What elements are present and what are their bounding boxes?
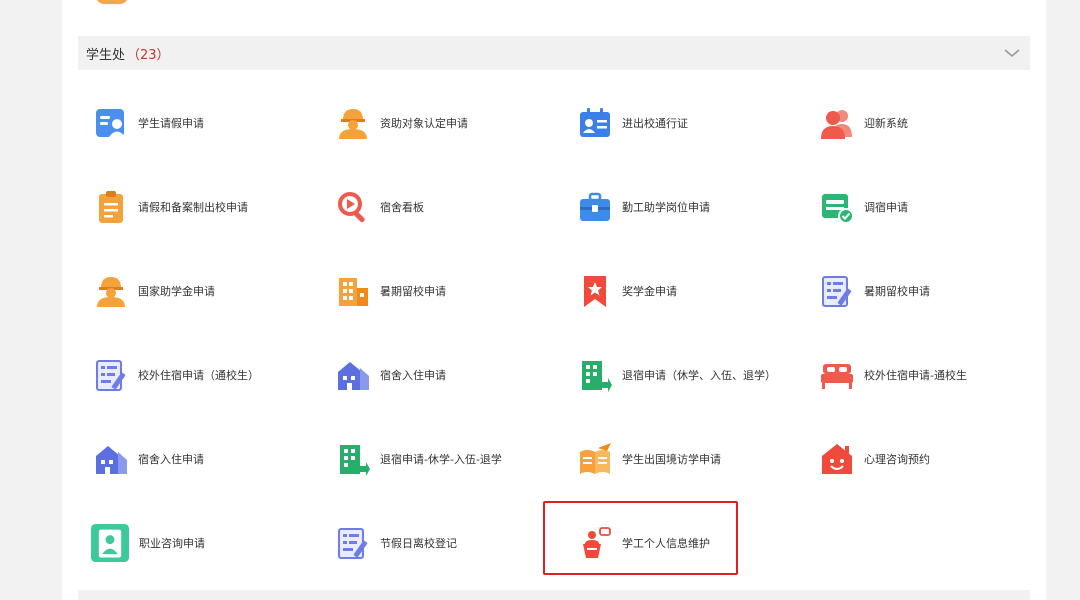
id-card-icon: [580, 108, 610, 137]
section-header[interactable]: 学生处 （23）: [78, 36, 1030, 70]
app-label: 进出校通行证: [622, 117, 688, 130]
briefcase-icon: [580, 192, 610, 221]
app-label: 心理咨询预约: [864, 453, 930, 466]
app-label: 请假和备案制出校申请: [138, 201, 248, 214]
building-exit-icon: [340, 445, 370, 476]
app-label: 退宿申请-休学-入伍-退学: [380, 453, 502, 466]
app-tile[interactable]: 退宿申请（休学、入伍、退学）: [562, 345, 792, 405]
app-label: 学生出国境访学申请: [622, 453, 721, 466]
app-tile[interactable]: 国家助学金申请: [78, 261, 308, 321]
app-label: 宿舍看板: [380, 201, 424, 214]
app-label: 节假日离校登记: [380, 537, 457, 550]
app-tile[interactable]: 迎新系统: [804, 93, 1034, 153]
app-tile[interactable]: 节假日离校登记: [320, 513, 550, 573]
app-tile[interactable]: 校外住宿申请-通校生: [804, 345, 1034, 405]
app-tile[interactable]: 心理咨询预约: [804, 429, 1034, 489]
app-tile[interactable]: 学生出国境访学申请: [562, 429, 792, 489]
users-icon: [821, 110, 852, 139]
section-title-text: 学生处: [86, 47, 126, 63]
app-label: 调宿申请: [864, 201, 908, 214]
building-exit-icon: [582, 361, 612, 392]
form-pen-icon: [338, 528, 368, 559]
app-label: 宿舍入住申请: [138, 453, 204, 466]
app-tile[interactable]: 勤工助学岗位申请: [562, 177, 792, 237]
ribbon-star-icon: [584, 276, 606, 307]
app-label: 奖学金申请: [622, 285, 677, 298]
app-label: 暑期留校申请: [864, 285, 930, 298]
app-tile[interactable]: 校外住宿申请（通校生）: [78, 345, 308, 405]
app-tile[interactable]: 请假和备案制出校申请: [78, 177, 308, 237]
search-play-icon: [338, 192, 365, 223]
app-label: 退宿申请（休学、入伍、退学）: [622, 369, 776, 382]
career-icon: [91, 524, 129, 562]
bed-icon: [821, 364, 853, 389]
app-tile[interactable]: 暑期留校申请: [320, 261, 550, 321]
app-label: 学生请假申请: [138, 117, 204, 130]
app-label: 暑期留校申请: [380, 285, 446, 298]
chevron-down-icon[interactable]: [1002, 43, 1022, 63]
app-tile[interactable]: 职业咨询申请: [78, 513, 308, 573]
bed-check-icon: [822, 194, 854, 224]
app-tile[interactable]: 调宿申请: [804, 177, 1034, 237]
app-label: 资助对象认定申请: [380, 117, 468, 130]
app-tile[interactable]: 学生请假申请: [78, 93, 308, 153]
app-tile[interactable]: 暑期留校申请: [804, 261, 1034, 321]
form-pen-icon: [822, 276, 852, 307]
form-pen-icon: [96, 360, 126, 391]
clipboard-icon: [99, 191, 123, 223]
houses-icon: [338, 362, 369, 390]
person-card-icon: [96, 109, 125, 137]
book-plane-icon: [580, 443, 611, 474]
app-tile[interactable]: 宿舍入住申请: [78, 429, 308, 489]
houses-icon: [96, 446, 127, 474]
app-tile[interactable]: 宿舍入住申请: [320, 345, 550, 405]
building-icon: [339, 278, 368, 306]
worker-icon: [97, 277, 125, 307]
app-tile[interactable]: 退宿申请-休学-入伍-退学: [320, 429, 550, 489]
app-tile[interactable]: 进出校通行证: [562, 93, 792, 153]
app-tile[interactable]: 宿舍看板: [320, 177, 550, 237]
highlight-annotation: [543, 501, 738, 575]
app-label: 国家助学金申请: [138, 285, 215, 298]
app-label: 校外住宿申请（通校生）: [138, 369, 259, 382]
section-title: 学生处 （23）: [86, 44, 170, 63]
worker-icon: [339, 109, 367, 139]
smile-house-icon: [822, 444, 852, 474]
app-label: 勤工助学岗位申请: [622, 201, 710, 214]
app-label: 迎新系统: [864, 117, 908, 130]
app-label: 校外住宿申请-通校生: [864, 369, 967, 382]
app-tile[interactable]: 资助对象认定申请: [320, 93, 550, 153]
next-section-header[interactable]: [78, 590, 1030, 600]
app-label: 宿舍入住申请: [380, 369, 446, 382]
app-label: 职业咨询申请: [139, 537, 205, 550]
section-count: （23）: [127, 47, 170, 63]
app-tile[interactable]: 奖学金申请: [562, 261, 792, 321]
